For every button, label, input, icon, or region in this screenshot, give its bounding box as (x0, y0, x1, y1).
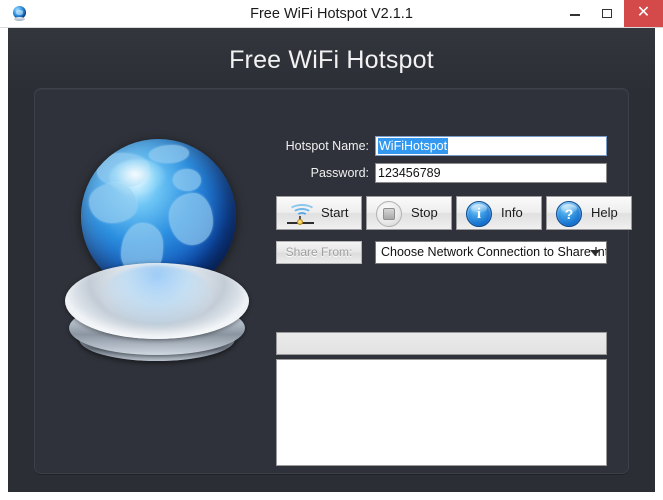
network-connection-value: Choose Network Connection to Share Inter… (381, 245, 606, 259)
maximize-icon (602, 9, 612, 18)
client-list-header (276, 332, 607, 355)
password-label: Password: (310, 166, 369, 180)
minimize-icon (570, 14, 580, 16)
app-window: Free WiFi Hotspot V2.1.1 ✕ Free WiFi Hot… (0, 0, 663, 500)
help-question-icon: ? (556, 201, 582, 227)
page-title: Free WiFi Hotspot (229, 46, 434, 74)
close-icon: ✕ (636, 4, 651, 21)
maximize-button[interactable] (592, 0, 622, 27)
share-from-button[interactable]: Share From: (276, 241, 362, 264)
info-button[interactable]: i Info (456, 196, 542, 230)
wifi-signal-icon (286, 201, 316, 226)
chevron-down-icon (590, 250, 600, 256)
stop-button-label: Stop (411, 205, 438, 220)
info-button-label: Info (501, 205, 523, 220)
stop-button[interactable]: Stop (366, 196, 452, 230)
password-input[interactable]: 123456789 (375, 163, 607, 183)
start-button-label: Start (321, 205, 349, 220)
hotspot-name-input[interactable]: WiFiHotspot (375, 136, 607, 156)
globe-pedestal (57, 257, 257, 373)
help-button[interactable]: ? Help (546, 196, 632, 230)
stop-square-icon (376, 201, 402, 227)
network-connection-dropdown[interactable]: Choose Network Connection to Share Inter… (375, 241, 607, 264)
help-button-label: Help (591, 205, 618, 220)
app-body: Free WiFi Hotspot Hotspot Name: WiFiHots… (8, 28, 655, 492)
content-panel: Hotspot Name: WiFiHotspot Password: 1234… (34, 88, 632, 474)
title-bar: Free WiFi Hotspot V2.1.1 ✕ (0, 0, 663, 28)
hotspot-name-label: Hotspot Name: (285, 139, 369, 153)
info-circle-icon: i (466, 201, 492, 227)
globe-illustration (57, 139, 257, 389)
client-list-body[interactable] (276, 359, 607, 466)
start-button[interactable]: Start (276, 196, 362, 230)
minimize-button[interactable] (560, 0, 590, 27)
hotspot-name-value: WiFiHotspot (378, 138, 449, 154)
close-button[interactable]: ✕ (624, 0, 663, 27)
